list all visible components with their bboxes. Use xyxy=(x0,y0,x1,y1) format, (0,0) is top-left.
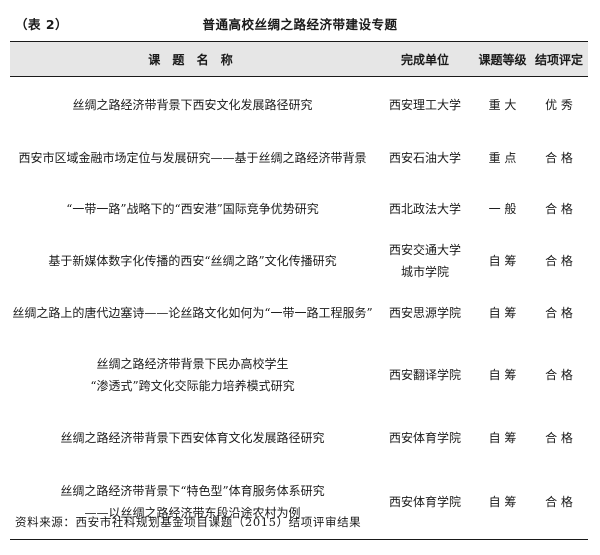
unit-cell: 西安交通大学 城市学院 xyxy=(375,239,475,283)
project-name: “渗透式”跨文化交际能力培养模式研究 xyxy=(90,379,295,393)
result-cell: 合 格 xyxy=(545,253,573,268)
unit-name: 城市学院 xyxy=(400,264,449,279)
level-cell: 一 般 xyxy=(488,201,517,216)
level-cell: 自 筹 xyxy=(488,431,517,445)
unit-cell: 西安思源学院 xyxy=(375,302,475,324)
unit-cell: 西安翻译学院 xyxy=(375,364,475,386)
project-name-cell: “一带一路”战略下的“西安港”国际竞争优势研究 xyxy=(10,198,375,220)
result-cell: 合 格 xyxy=(545,150,573,165)
result-cell: 合 格 xyxy=(545,495,573,509)
project-name: 基于新媒体数字化传播的西安“丝绸之路”文化传播研究 xyxy=(48,253,337,268)
level-cell: 自 筹 xyxy=(488,495,517,509)
table-number: （表 2） xyxy=(15,17,69,32)
source-note: 资料来源：西安市社科规划基金项目课题（2015）结项评审结果 xyxy=(15,515,362,529)
column-header-name: 课 题 名 称 xyxy=(148,52,237,67)
table-row: 丝绸之路经济带背景下民办高校学生 “渗透式”跨文化交际能力培养模式研究 西安翻译… xyxy=(10,339,588,411)
table-row: “一带一路”战略下的“西安港”国际竞争优势研究 西北政法大学 一 般 合 格 xyxy=(10,183,588,234)
column-header-result: 结项评定 xyxy=(534,52,583,67)
table-row: 丝绸之路经济带背景下西安文化发展路径研究 西安理工大学 重 大 优 秀 xyxy=(10,77,588,132)
document-page: 普通高校丝绸之路经济带建设专题 （表 2） 课 题 名 称 完成单位 课题等级 … xyxy=(0,0,600,555)
project-name: 丝绸之路上的唐代边塞诗——论丝路文化如何为“一带一路工程服务” xyxy=(12,306,373,320)
unit-name: 西安体育学院 xyxy=(388,495,461,509)
project-name-cell: 西安市区域金融市场定位与发展研究——基于丝绸之路经济带背景 xyxy=(10,147,375,169)
result-cell: 优 秀 xyxy=(545,97,573,112)
table-row: 丝绸之路经济带背景下西安体育文化发展路径研究 西安体育学院 自 筹 合 格 xyxy=(10,411,588,465)
project-name-cell: 丝绸之路上的唐代边塞诗——论丝路文化如何为“一带一路工程服务” xyxy=(10,302,375,324)
unit-name: 西安翻译学院 xyxy=(388,368,461,382)
title-row: 普通高校丝绸之路经济带建设专题 （表 2） xyxy=(0,14,600,36)
project-name-cell: 丝绸之路经济带背景下西安文化发展路径研究 xyxy=(10,94,375,116)
unit-name: 西安理工大学 xyxy=(388,97,461,112)
level-cell: 重 大 xyxy=(488,97,517,112)
level-cell: 自 筹 xyxy=(488,253,517,268)
unit-cell: 西安理工大学 xyxy=(375,94,475,116)
project-name: 丝绸之路经济带背景下“特色型”体育服务体系研究 xyxy=(60,484,325,498)
result-cell: 合 格 xyxy=(545,368,573,382)
project-name: 丝绸之路经济带背景下西安文化发展路径研究 xyxy=(72,97,313,112)
unit-cell: 西北政法大学 xyxy=(375,198,475,220)
unit-cell: 西安体育学院 xyxy=(375,427,475,449)
unit-name: 西安交通大学 xyxy=(388,242,461,257)
level-cell: 重 点 xyxy=(488,150,517,165)
table-title: 普通高校丝绸之路经济带建设专题 xyxy=(202,17,398,32)
column-header-unit: 完成单位 xyxy=(400,52,449,67)
project-name-cell: 丝绸之路经济带背景下西安体育文化发展路径研究 xyxy=(10,427,375,449)
result-cell: 合 格 xyxy=(545,306,573,320)
unit-name: 西北政法大学 xyxy=(388,201,461,216)
table-row: 西安市区域金融市场定位与发展研究——基于丝绸之路经济带背景 西安石油大学 重 点… xyxy=(10,132,588,183)
project-name: 西安市区域金融市场定位与发展研究——基于丝绸之路经济带背景 xyxy=(18,150,367,165)
project-name-cell: 基于新媒体数字化传播的西安“丝绸之路”文化传播研究 xyxy=(10,250,375,272)
table-row: 基于新媒体数字化传播的西安“丝绸之路”文化传播研究 西安交通大学 城市学院 自 … xyxy=(10,234,588,287)
unit-cell: 西安石油大学 xyxy=(375,147,475,169)
project-name-cell: 丝绸之路经济带背景下民办高校学生 “渗透式”跨文化交际能力培养模式研究 xyxy=(10,353,375,397)
level-cell: 自 筹 xyxy=(488,368,517,382)
table-row: 丝绸之路上的唐代边塞诗——论丝路文化如何为“一带一路工程服务” 西安思源学院 自… xyxy=(10,287,588,339)
project-name: 丝绸之路经济带背景下西安体育文化发展路径研究 xyxy=(60,431,325,445)
result-cell: 合 格 xyxy=(545,431,573,445)
unit-name: 西安石油大学 xyxy=(388,150,461,165)
project-name: 丝绸之路经济带背景下民办高校学生 xyxy=(96,357,289,371)
result-cell: 合 格 xyxy=(545,201,573,216)
column-header-level: 课题等级 xyxy=(478,52,527,67)
level-cell: 自 筹 xyxy=(488,306,517,320)
unit-name: 西安体育学院 xyxy=(388,431,461,445)
unit-cell: 西安体育学院 xyxy=(375,491,475,513)
project-name: “一带一路”战略下的“西安港”国际竞争优势研究 xyxy=(66,201,319,216)
projects-table: 课 题 名 称 完成单位 课题等级 结项评定 丝绸之路经济带背景下西安文化发展路… xyxy=(10,41,588,540)
unit-name: 西安思源学院 xyxy=(388,306,461,320)
table-header-row: 课 题 名 称 完成单位 课题等级 结项评定 xyxy=(10,42,588,77)
